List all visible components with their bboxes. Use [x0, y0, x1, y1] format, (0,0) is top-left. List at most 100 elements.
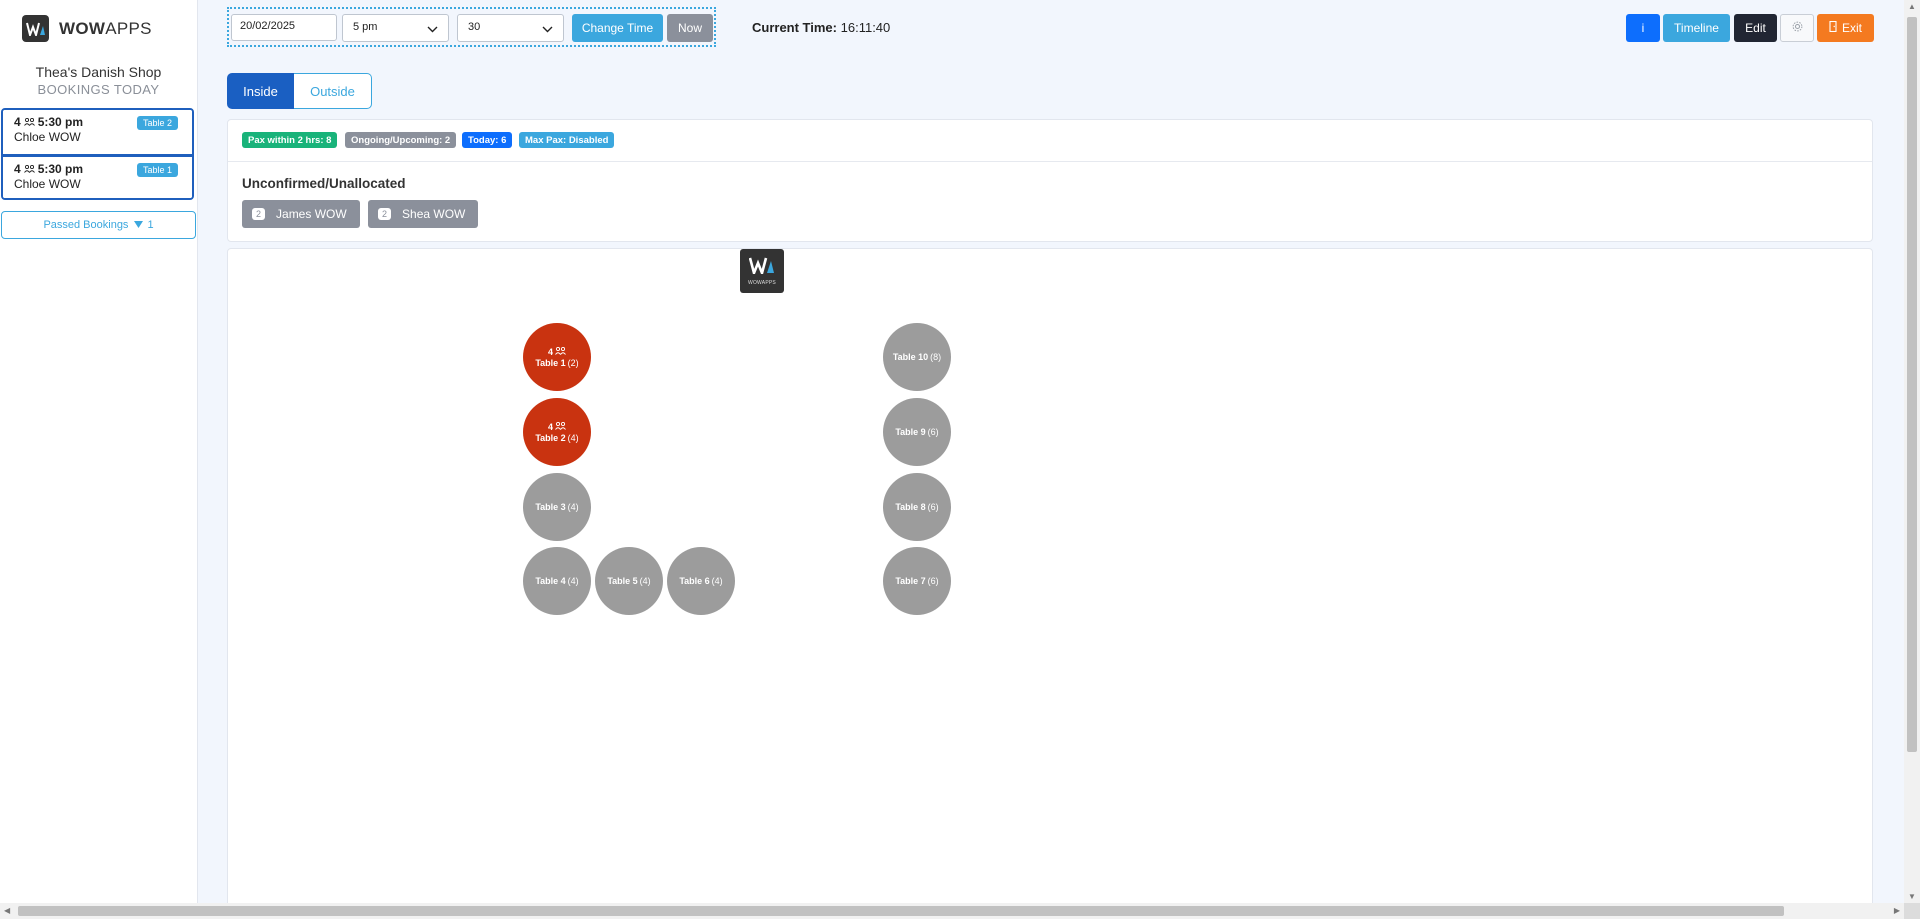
table-name: Table 1 [535, 357, 566, 368]
table-1[interactable]: 4 Table 1 (2) [523, 323, 591, 391]
tab-inside[interactable]: Inside [227, 73, 294, 109]
horizontal-scrollbar[interactable]: ◀ ▶ [0, 903, 1904, 919]
table-name: Table 3 [535, 502, 566, 512]
scroll-down-arrow-icon[interactable]: ▼ [1908, 892, 1916, 901]
now-button[interactable]: Now [667, 14, 713, 42]
chevron-down-icon [427, 24, 438, 36]
date-input[interactable]: 20/02/2025 [231, 14, 337, 41]
exit-button[interactable]: Exit [1817, 14, 1874, 42]
table-9[interactable]: Table 9 (6) [883, 398, 951, 466]
table-label: Table 2 (4) [535, 433, 578, 443]
table-pax: 4 [547, 346, 566, 357]
booking-summary: 4 5:30 pm [14, 115, 83, 129]
vertical-scroll-thumb[interactable] [1907, 17, 1917, 752]
table-label: Table 4 (4) [535, 576, 578, 586]
table-3[interactable]: Table 3 (4) [523, 473, 591, 541]
floor-logo-text: WOWAPPS [748, 279, 776, 286]
booking-list: 4 5:30 pm Chloe WOW Table 2 4 5:30 pm Ch… [1, 108, 194, 200]
pax-within-2hrs-badge: Pax within 2 hrs: 8 [242, 132, 338, 148]
table-label: Table 7 (6) [895, 576, 938, 586]
scrollbar-corner [1904, 903, 1920, 919]
today-badge: Today: 6 [462, 132, 513, 148]
timeline-button[interactable]: Timeline [1663, 14, 1730, 42]
table-2[interactable]: 4 Table 2 (4) [523, 398, 591, 466]
wowapps-logo-icon [22, 15, 49, 42]
table-pax-count: 4 [547, 346, 553, 357]
area-tabs: Inside Outside [227, 73, 372, 109]
table-name: Table 7 [895, 576, 926, 586]
table-7[interactable]: Table 7 (6) [883, 547, 951, 615]
booking-pax: 4 [14, 162, 21, 176]
unconfirmed-name: Shea WOW [402, 207, 466, 221]
table-10[interactable]: Table 10 (8) [883, 323, 951, 391]
table-capacity: (4) [567, 576, 579, 586]
bookings-today-title: BOOKINGS TODAY [37, 82, 160, 97]
scroll-up-arrow-icon[interactable]: ▲ [1908, 2, 1916, 11]
people-icon [555, 421, 566, 432]
summary-card: Pax within 2 hrs: 8 Ongoing/Upcoming: 2 … [227, 119, 1873, 242]
change-time-button[interactable]: Change Time [572, 14, 663, 42]
table-pax: 4 [548, 421, 566, 432]
vertical-scrollbar[interactable]: ▲ ▼ [1904, 0, 1920, 903]
settings-button[interactable] [1780, 14, 1814, 42]
booking-name: Chloe WOW [14, 177, 81, 191]
hour-select[interactable]: 5 pm [342, 14, 449, 42]
unconfirmed-count: 2 [378, 208, 392, 220]
floor-plan: WOWAPPS 4 Table 1 (2) 4 Table 2 (4) Table … [227, 248, 1873, 908]
table-5[interactable]: Table 5 (4) [595, 547, 663, 615]
table-name: Table 2 [535, 432, 566, 443]
table-name: Table 5 [607, 576, 638, 586]
table-capacity: (8) [930, 352, 942, 362]
ongoing-upcoming-badge: Ongoing/Upcoming: 2 [345, 132, 457, 148]
max-pax-badge: Max Pax: Disabled [519, 132, 615, 148]
passed-bookings-button[interactable]: Passed Bookings 1 [1, 211, 196, 239]
table-capacity: (2) [567, 357, 579, 368]
table-name: Table 6 [679, 576, 710, 586]
table-capacity: (4) [639, 576, 651, 586]
info-button[interactable]: i [1626, 14, 1660, 42]
current-time: Current Time: 16:11:40 [752, 20, 890, 35]
table-name: Table 8 [895, 502, 926, 512]
horizontal-scroll-thumb[interactable] [18, 906, 1784, 916]
unconfirmed-title: Unconfirmed/Unallocated [242, 176, 406, 191]
table-name: Table 9 [895, 427, 926, 437]
edit-button[interactable]: Edit [1734, 14, 1777, 42]
table-label: Table 10 (8) [893, 352, 941, 362]
booking-name: Chloe WOW [14, 130, 81, 144]
table-capacity: (6) [927, 502, 939, 512]
scroll-right-arrow-icon[interactable]: ▶ [1894, 906, 1900, 915]
booking-item[interactable]: 4 5:30 pm Chloe WOW Table 2 [3, 110, 192, 154]
booking-time: 5:30 pm [37, 115, 84, 129]
scroll-left-arrow-icon[interactable]: ◀ [4, 906, 10, 915]
brand[interactable]: WOWAPPS [22, 15, 152, 42]
booking-item[interactable]: 4 5:30 pm Chloe WOW Table 1 [3, 154, 192, 198]
booking-table-badge: Table 2 [136, 116, 178, 130]
table-capacity: (6) [927, 427, 939, 437]
current-time-label: Current Time: [752, 20, 837, 35]
table-4[interactable]: Table 4 (4) [523, 547, 591, 615]
shop-name: Thea's Danish Shop [35, 64, 162, 80]
booking-summary: 4 5:30 pm [14, 162, 83, 176]
brand-name: WOWAPPS [59, 18, 152, 38]
minute-select[interactable]: 30 [457, 14, 564, 42]
sidebar: WOWAPPS Thea's Danish Shop BOOKINGS TODA… [0, 0, 198, 903]
tab-outside[interactable]: Outside [294, 73, 372, 109]
exit-label: Exit [1841, 21, 1862, 35]
table-label: Table 6 (4) [679, 576, 722, 586]
unconfirmed-booking-button[interactable]: 2 Shea WOW [368, 200, 478, 228]
booking-pax: 4 [14, 115, 21, 129]
minute-select-value: 30 [468, 21, 481, 33]
unconfirmed-count: 2 [252, 208, 266, 220]
unconfirmed-name: James WOW [276, 207, 347, 221]
booking-time: 5:30 pm [37, 162, 84, 176]
table-6[interactable]: Table 6 (4) [667, 547, 735, 615]
table-label: Table 1 (2) [535, 358, 578, 368]
table-name: Table 4 [535, 576, 566, 586]
unconfirmed-booking-button[interactable]: 2 James WOW [242, 200, 360, 228]
table-capacity: (4) [711, 576, 723, 586]
people-icon [23, 162, 35, 176]
booking-table-badge: Table 1 [136, 163, 178, 177]
table-8[interactable]: Table 8 (6) [883, 473, 951, 541]
table-capacity: (4) [567, 502, 579, 512]
table-capacity: (6) [927, 576, 939, 586]
